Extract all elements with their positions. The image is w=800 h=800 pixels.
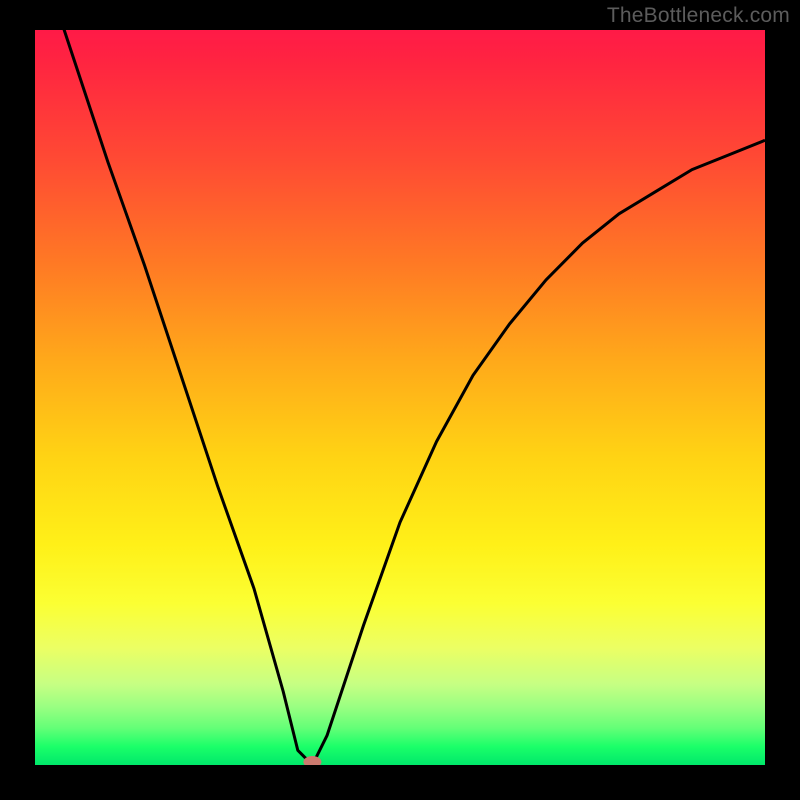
plot-area bbox=[35, 30, 765, 765]
chart-svg bbox=[35, 30, 765, 765]
bottleneck-curve bbox=[35, 30, 765, 765]
watermark-text: TheBottleneck.com bbox=[607, 4, 790, 28]
chart-container: TheBottleneck.com bbox=[0, 0, 800, 800]
